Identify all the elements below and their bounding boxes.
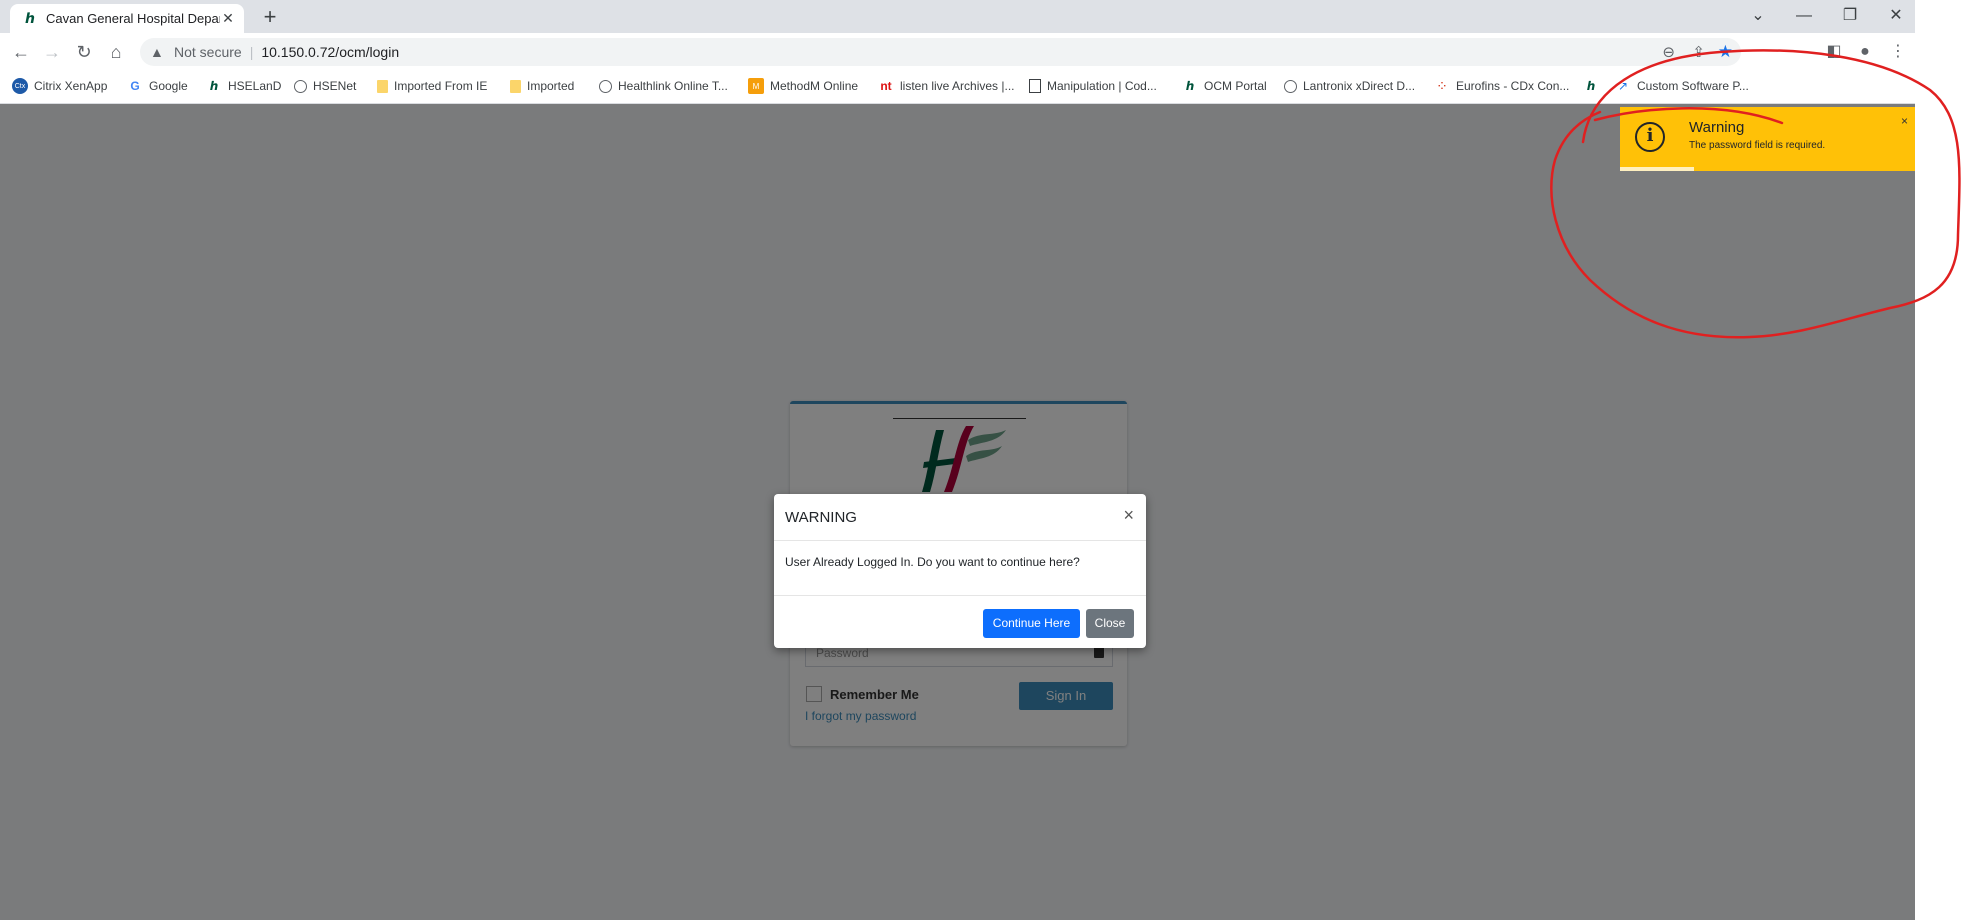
restore-button[interactable]: ❐ (1836, 4, 1864, 28)
hse-icon: ℎ (1586, 79, 1596, 93)
hse-icon: ℎ (209, 79, 219, 93)
hse-logo-icon: ℎ (25, 10, 35, 26)
globe-icon (599, 79, 612, 93)
bookmark-custom-software[interactable]: ↗ Custom Software P... (1615, 76, 1749, 96)
bookmark-label: Imported (527, 79, 575, 93)
continue-here-button[interactable]: Continue Here (983, 609, 1080, 638)
menu-icon[interactable]: ⋮ (1886, 40, 1910, 64)
doc-icon (1029, 79, 1041, 93)
minimize-button[interactable]: — (1790, 4, 1818, 28)
browser-toolbar: ← → ↻ ⌂ ▲ Not secure | 10.150.0.72/ocm/l… (0, 33, 1915, 70)
bookmark-label: MethodM Online (770, 79, 859, 93)
globe-icon (1284, 79, 1297, 93)
bookmark-hsenet[interactable]: HSENet (294, 76, 356, 96)
address-bar[interactable]: ▲ Not secure | 10.150.0.72/ocm/login ⊖ ⇪… (140, 38, 1741, 66)
modal-header: WARNING × (774, 494, 1146, 541)
tab-search-icon[interactable]: ⌄ (1744, 4, 1772, 28)
bookmark-label: Manipulation | Cod... (1047, 79, 1157, 93)
bookmark-imported-from-ie[interactable]: Imported From IE (377, 76, 487, 96)
bookmark-imported[interactable]: Imported (510, 76, 574, 96)
modal-message: User Already Logged In. Do you want to c… (785, 555, 1080, 569)
bookmark-google[interactable]: G Google (127, 76, 188, 96)
new-tab-button[interactable]: + (258, 6, 282, 30)
tab-close-icon[interactable]: ✕ (220, 10, 236, 27)
bookmark-label: Healthlink Online T... (618, 79, 728, 93)
forward-icon[interactable]: → (40, 40, 64, 64)
bookmark-methodm[interactable]: M MethodM Online (748, 76, 858, 96)
toast-message: The password field is required. (1689, 140, 1826, 151)
bookmark-hseland[interactable]: ℎ HSELanD (206, 76, 282, 96)
bookmark-label: Lantronix xDirect D... (1303, 79, 1416, 93)
toast-title: Warning (1689, 119, 1745, 136)
bookmark-label: Imported From IE (394, 79, 488, 93)
bookmark-manipulation[interactable]: Manipulation | Cod... (1029, 76, 1157, 96)
modal-close-icon[interactable]: × (1123, 506, 1134, 524)
divider: | (249, 44, 254, 60)
right-edge (1915, 104, 1962, 920)
folder-icon (377, 79, 388, 93)
methodm-icon: M (748, 78, 764, 94)
tab-strip: ℎ Cavan General Hospital Departm ✕ + ⌄ —… (0, 0, 1915, 33)
bookmark-hse-unnamed[interactable]: ℎ (1583, 76, 1605, 96)
bookmark-star-icon[interactable]: ★ (1718, 42, 1733, 62)
bookmarks-bar: Ctx Citrix XenApp G Google ℎ HSELanD HSENet… (0, 70, 1915, 104)
tab-title: Cavan General Hospital Departm (46, 11, 220, 26)
toast-progress-bar (1620, 167, 1694, 171)
modal-footer: Continue Here Close (774, 595, 1146, 649)
bookmark-label: listen live Archives |... (900, 79, 1015, 93)
eurofins-icon: ⁘ (1436, 77, 1448, 94)
folder-icon (510, 79, 521, 93)
bookmark-label: Google (149, 79, 188, 93)
toast-close-icon[interactable]: × (1901, 114, 1908, 128)
security-label[interactable]: Not secure (174, 44, 242, 60)
home-icon[interactable]: ⌂ (104, 40, 128, 64)
bookmark-label: Eurofins - CDx Con... (1456, 79, 1570, 93)
warning-toast[interactable]: i Warning The password field is required… (1620, 107, 1915, 171)
bookmark-label: HSENet (313, 79, 357, 93)
side-panel-icon[interactable]: ◧ (1822, 40, 1846, 64)
bookmark-citrix[interactable]: Ctx Citrix XenApp (12, 76, 107, 96)
hse-icon: ℎ (1185, 79, 1195, 93)
bookmark-healthlink[interactable]: Healthlink Online T... (599, 76, 728, 96)
url-text[interactable]: 10.150.0.72/ocm/login (261, 44, 399, 60)
warning-triangle-icon: ▲ (150, 44, 164, 60)
profile-icon[interactable]: ● (1853, 40, 1877, 64)
bookmark-eurofins[interactable]: ⁘ Eurofins - CDx Con... (1434, 76, 1569, 96)
nt-icon: nt (880, 79, 892, 93)
bookmark-ocm-portal[interactable]: ℎ OCM Portal (1182, 76, 1267, 96)
bookmark-listen-live[interactable]: nt listen live Archives |... (878, 76, 1015, 96)
modal-title: WARNING (785, 509, 857, 526)
share-icon[interactable]: ⇪ (1692, 43, 1705, 61)
zoom-icon[interactable]: ⊖ (1662, 43, 1675, 61)
globe-icon (294, 79, 307, 93)
back-icon[interactable]: ← (9, 40, 33, 64)
bookmark-lantronix[interactable]: Lantronix xDirect D... (1284, 76, 1415, 96)
google-icon: G (130, 79, 140, 93)
citrix-icon: Ctx (12, 78, 28, 94)
info-icon: i (1635, 122, 1665, 152)
arrow-icon: ↗ (1617, 79, 1629, 93)
warning-modal: WARNING × User Already Logged In. Do you… (774, 494, 1146, 648)
reload-icon[interactable]: ↻ (72, 40, 96, 64)
bookmark-label: OCM Portal (1204, 79, 1267, 93)
browser-tab[interactable]: ℎ Cavan General Hospital Departm ✕ (10, 4, 244, 33)
close-window-button[interactable]: ✕ (1882, 4, 1910, 28)
bookmark-label: Citrix XenApp (34, 79, 108, 93)
close-button[interactable]: Close (1086, 609, 1134, 638)
bookmark-label: HSELanD (228, 79, 282, 93)
bookmark-label: Custom Software P... (1637, 79, 1749, 93)
